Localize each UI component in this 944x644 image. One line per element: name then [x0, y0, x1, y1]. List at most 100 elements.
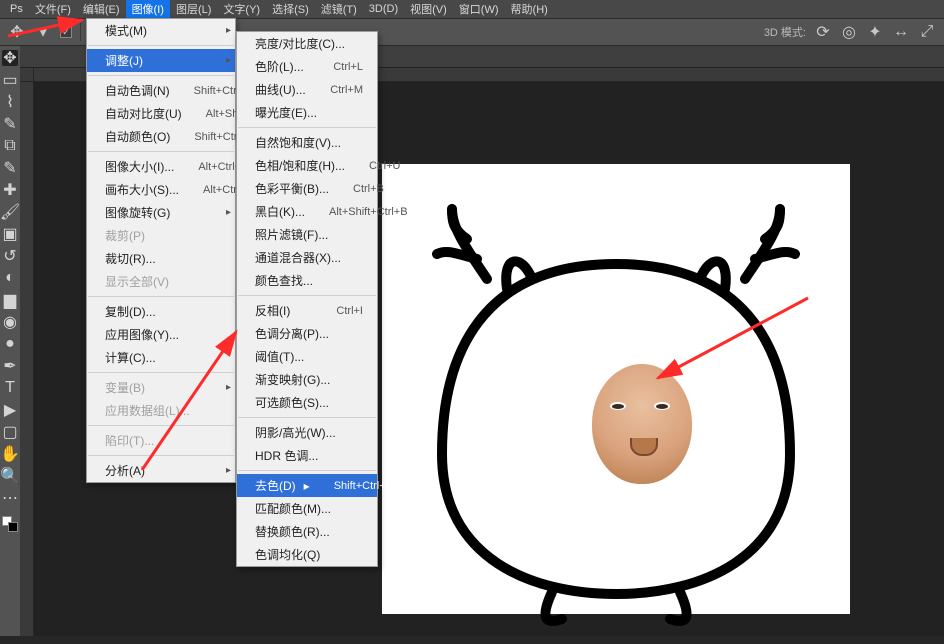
analysis-item[interactable]: 分析(A) [87, 459, 235, 482]
zoom-tool[interactable]: 🔍 [2, 468, 18, 484]
menu-type[interactable]: 文字(Y) [217, 0, 266, 19]
brush-tool[interactable]: 🖌 [2, 204, 18, 220]
orbit-icon[interactable]: ◎ [840, 23, 858, 41]
desaturate-item[interactable]: 去色(D)▸Shift+Ctrl+U [237, 474, 377, 497]
adjustments-submenu: 亮度/对比度(C)... 色阶(L)...Ctrl+L 曲线(U)...Ctrl… [236, 31, 378, 567]
gradient-tool[interactable]: ▆ [2, 292, 18, 308]
eyedropper-tool[interactable]: ✎ [2, 160, 18, 176]
rectangle-tool[interactable]: ▢ [2, 424, 18, 440]
menu-layer[interactable]: 图层(L) [170, 0, 217, 19]
mode-item[interactable]: 模式(M) [87, 19, 235, 42]
curves-item[interactable]: 曲线(U)...Ctrl+M [237, 78, 377, 101]
separator-icon [80, 23, 81, 41]
duplicate-item[interactable]: 复制(D)... [87, 300, 235, 323]
replace-color-item[interactable]: 替换颜色(R)... [237, 520, 377, 543]
separator-icon [88, 45, 234, 46]
match-color-item[interactable]: 匹配颜色(M)... [237, 497, 377, 520]
move-tool[interactable]: ✥ [2, 50, 18, 66]
type-tool[interactable]: T [2, 380, 18, 396]
path-select-tool[interactable]: ▶ [2, 402, 18, 418]
lasso-tool[interactable]: ⌇ [2, 94, 18, 110]
photo-filter-item[interactable]: 照片滤镜(F)... [237, 223, 377, 246]
dodge-tool[interactable]: ● [2, 336, 18, 352]
ruler-origin [20, 68, 34, 82]
image-size-item[interactable]: 图像大小(I)...Alt+Ctrl+I [87, 155, 235, 178]
hand-tool[interactable]: ✋ [2, 446, 18, 462]
calculations-item[interactable]: 计算(C)... [87, 346, 235, 369]
posterize-item[interactable]: 色调分离(P)... [237, 322, 377, 345]
menu-3d[interactable]: 3D(D) [363, 1, 404, 17]
datasets-item[interactable]: 应用数据组(L)... [87, 399, 235, 422]
eraser-tool[interactable]: ◐ [2, 270, 18, 286]
dropdown-icon[interactable]: ▾ [34, 23, 52, 41]
apply-image-item[interactable]: 应用图像(Y)... [87, 323, 235, 346]
separator-icon [88, 75, 234, 76]
marquee-tool[interactable]: ▭ [2, 72, 18, 88]
equalize-item[interactable]: 色调均化(Q) [237, 543, 377, 566]
separator-icon [238, 127, 376, 128]
trap-item[interactable]: 陷印(T)... [87, 429, 235, 452]
fg-bg-swatch[interactable] [2, 516, 18, 532]
variables-item[interactable]: 变量(B) [87, 376, 235, 399]
gradient-map-item[interactable]: 渐变映射(G)... [237, 368, 377, 391]
crop-tool[interactable]: ⧉ [2, 138, 18, 154]
reveal-all-item[interactable]: 显示全部(V) [87, 270, 235, 293]
exposure-item[interactable]: 曝光度(E)... [237, 101, 377, 124]
separator-icon [238, 470, 376, 471]
channel-mixer-item[interactable]: 通道混合器(X)... [237, 246, 377, 269]
image-rotation-item[interactable]: 图像旋转(G) [87, 201, 235, 224]
menu-view[interactable]: 视图(V) [404, 0, 453, 19]
black-white-item[interactable]: 黑白(K)...Alt+Shift+Ctrl+B [237, 200, 377, 223]
color-balance-item[interactable]: 色彩平衡(B)...Ctrl+B [237, 177, 377, 200]
menu-select[interactable]: 选择(S) [266, 0, 315, 19]
selective-color-item[interactable]: 可选颜色(S)... [237, 391, 377, 414]
menu-edit[interactable]: 编辑(E) [77, 0, 126, 19]
quick-select-tool[interactable]: ✎ [2, 116, 18, 132]
ruler-vertical [20, 82, 34, 636]
three-d-mode-label: 3D 模式: [764, 24, 806, 40]
document-canvas[interactable] [382, 164, 850, 614]
vibrance-item[interactable]: 自然饱和度(V)... [237, 131, 377, 154]
separator-icon [88, 296, 234, 297]
auto-select-checkbox[interactable] [60, 26, 72, 38]
hdr-toning-item[interactable]: HDR 色调... [237, 444, 377, 467]
pan-icon[interactable]: ✦ [866, 23, 884, 41]
shadows-highlights-item[interactable]: 阴影/高光(W)... [237, 421, 377, 444]
separator-icon [88, 455, 234, 456]
ps-logo-icon: Ps [4, 1, 29, 17]
menu-filter[interactable]: 滤镜(T) [315, 0, 363, 19]
rotate-icon[interactable]: ⟳ [814, 23, 832, 41]
move-tool-icon: ✥ [8, 23, 26, 41]
menu-window[interactable]: 窗口(W) [453, 0, 505, 19]
invert-item[interactable]: 反相(I)Ctrl+I [237, 299, 377, 322]
blur-tool[interactable]: ◉ [2, 314, 18, 330]
canvas-size-item[interactable]: 画布大小(S)...Alt+Ctrl+C [87, 178, 235, 201]
color-lookup-item[interactable]: 颜色查找... [237, 269, 377, 292]
levels-item[interactable]: 色阶(L)...Ctrl+L [237, 55, 377, 78]
separator-icon [238, 295, 376, 296]
auto-color-item[interactable]: 自动颜色(O)Shift+Ctrl+B [87, 125, 235, 148]
auto-tone-item[interactable]: 自动色调(N)Shift+Ctrl+L [87, 79, 235, 102]
adjustments-item[interactable]: 调整(J) [87, 49, 235, 72]
history-brush-tool[interactable]: ↺ [2, 248, 18, 264]
threshold-item[interactable]: 阈值(T)... [237, 345, 377, 368]
menu-help[interactable]: 帮助(H) [505, 0, 554, 19]
image-menu-dropdown: 模式(M) 调整(J) 自动色调(N)Shift+Ctrl+L 自动对比度(U)… [86, 18, 236, 483]
brightness-contrast-item[interactable]: 亮度/对比度(C)... [237, 32, 377, 55]
pen-tool[interactable]: ✒ [2, 358, 18, 374]
separator-icon [88, 372, 234, 373]
auto-contrast-item[interactable]: 自动对比度(U)Alt+Shift+Ctrl+L [87, 102, 235, 125]
healing-tool[interactable]: ✚ [2, 182, 18, 198]
hue-saturation-item[interactable]: 色相/饱和度(H)...Ctrl+U [237, 154, 377, 177]
crop-item[interactable]: 裁剪(P) [87, 224, 235, 247]
slide-icon[interactable]: ↔ [892, 23, 910, 41]
edit-toolbar[interactable]: ⋯ [2, 490, 18, 506]
menu-image[interactable]: 图像(I) [126, 0, 170, 19]
scale-icon[interactable]: ⤢ [918, 23, 936, 41]
menu-file[interactable]: 文件(F) [29, 0, 77, 19]
menu-bar: Ps 文件(F) 编辑(E) 图像(I) 图层(L) 文字(Y) 选择(S) 滤… [0, 0, 944, 18]
stamp-tool[interactable]: ▣ [2, 226, 18, 242]
separator-icon [88, 425, 234, 426]
embedded-face-image [592, 364, 692, 484]
trim-item[interactable]: 裁切(R)... [87, 247, 235, 270]
